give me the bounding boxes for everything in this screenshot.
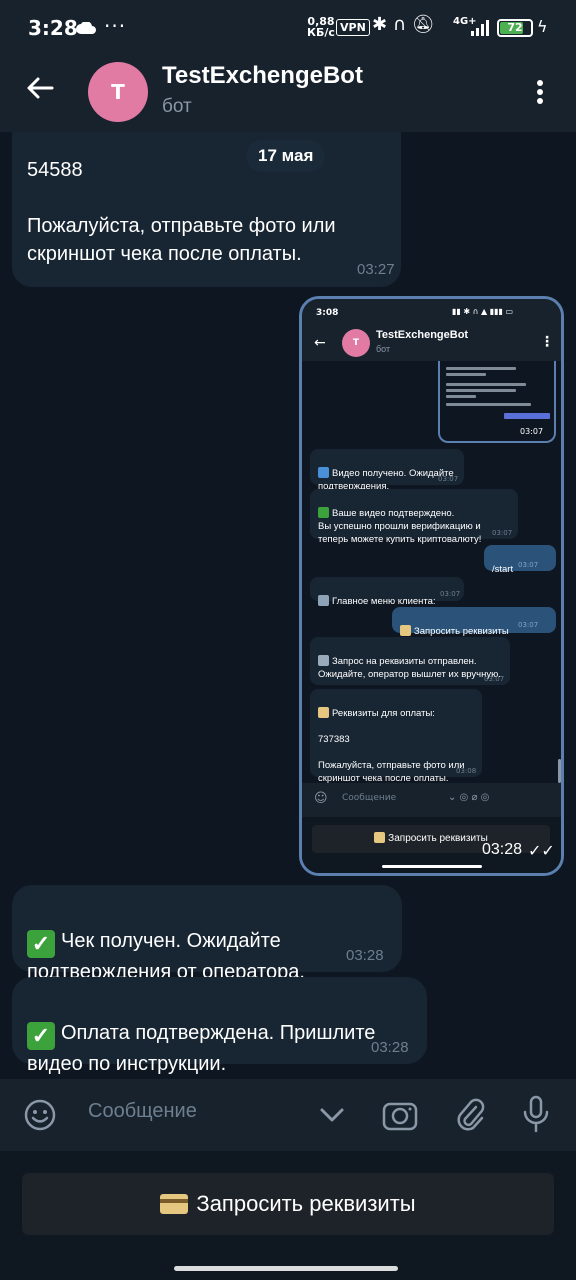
- screenshot-message: Реквизиты для оплаты: 737383 Пожалуйста,…: [310, 689, 482, 784]
- message-input-bar: Сообщение: [0, 1079, 576, 1151]
- screenshot-header: ← T TestExchengeBot бот ⋮: [302, 327, 561, 361]
- message-time: 03:27: [357, 261, 395, 278]
- chat-header: T TestExchengeBot бот: [0, 56, 576, 132]
- more-vertical-icon: ⋮: [540, 334, 554, 350]
- image-time: 03:28: [482, 841, 523, 858]
- request-details-button[interactable]: Запросить реквизиты: [22, 1173, 554, 1235]
- screenshot-image[interactable]: 3:08 ▮▮ ✱ ∩ ▲ ▮▮▮ ▭ ← T TestExchengeBot …: [299, 296, 564, 876]
- screenshot-input-bar: ☺ Сообщение ⌄ ◎ ⌀ ◎: [302, 783, 561, 817]
- message-text: 54588 Пожалуйста, отправьте фото или скр…: [27, 159, 336, 265]
- chevron-down-icon: ⌄ ◎ ⌀ ◎: [448, 792, 490, 803]
- message-time: 03:28: [371, 1039, 409, 1056]
- message-input[interactable]: Сообщение: [88, 1100, 197, 1123]
- microphone-icon[interactable]: [522, 1095, 550, 1133]
- headphones-icon: ∩: [392, 14, 407, 35]
- request-details-label: Запросить реквизиты: [196, 1191, 416, 1216]
- screenshot-message: Запрос на реквизиты отправлен. Ожидайте,…: [310, 637, 510, 685]
- screenshot-keyboard: Запросить реквизиты: [302, 817, 561, 873]
- mute-icon: 🔕︎: [411, 14, 435, 35]
- charging-icon: ϟ: [537, 17, 548, 36]
- message-bubble[interactable]: 54588 Пожалуйста, отправьте фото или скр…: [12, 132, 401, 287]
- chat-title[interactable]: TestExchengeBot: [162, 62, 363, 90]
- emoji-icon[interactable]: [24, 1099, 56, 1131]
- message-text: ✓ Оплата подтверждена. Пришлите видео по …: [27, 1022, 376, 1075]
- back-arrow-icon: ←: [314, 335, 326, 351]
- credit-card-icon: [160, 1194, 189, 1214]
- home-indicator[interactable]: [174, 1266, 398, 1271]
- status-time: 3:28: [28, 16, 78, 40]
- screenshot-message: Ваше видео подтверждено. Вы успешно прош…: [310, 489, 518, 545]
- attach-icon[interactable]: [454, 1097, 486, 1133]
- more-vertical-icon[interactable]: [528, 76, 552, 108]
- screenshot-status-bar: 3:08 ▮▮ ✱ ∩ ▲ ▮▮▮ ▭: [302, 299, 561, 327]
- status-icons: ✱ ∩ 🔕︎: [372, 14, 435, 35]
- message-time: 03:28: [346, 947, 384, 964]
- camera-icon[interactable]: [382, 1097, 418, 1133]
- more-notifications-icon: ···: [104, 14, 127, 38]
- message-bubble[interactable]: ✓ Чек получен. Ожидайте подтверждения от …: [12, 885, 402, 983]
- screenshot-message: Запросить реквизиты: [392, 607, 556, 637]
- back-arrow-icon[interactable]: [24, 72, 56, 104]
- cloud-icon: [76, 22, 96, 34]
- bot-keyboard: Запросить реквизиты: [0, 1151, 576, 1280]
- avatar[interactable]: T: [88, 62, 148, 122]
- date-divider: 17 мая: [246, 140, 326, 172]
- vpn-badge: VPN: [336, 19, 370, 36]
- check-mark-icon: ✓: [27, 1022, 55, 1050]
- chat-subtitle: бот: [162, 96, 192, 117]
- check-mark-icon: ✓: [27, 930, 55, 958]
- nested-screenshot: 03:07: [438, 361, 556, 443]
- status-bar: 3:28 ··· 0,88 КБ/с VPN ✱ ∩ 🔕︎ 4G+ 72 ϟ: [0, 0, 576, 56]
- battery-icon: 72: [497, 19, 533, 37]
- message-bubble[interactable]: ✓ Оплата подтверждена. Пришлите видео по …: [12, 977, 427, 1075]
- chevron-down-icon[interactable]: [318, 1103, 346, 1127]
- signal-icon: [471, 20, 489, 36]
- message-text: ✓ Чек получен. Ожидайте подтверждения от …: [27, 930, 305, 983]
- bluetooth-icon: ✱: [372, 14, 388, 35]
- emoji-icon: ☺: [314, 791, 328, 806]
- read-ticks-icon: ✓✓: [528, 841, 555, 860]
- network-speed: 0,88 КБ/с: [307, 15, 335, 39]
